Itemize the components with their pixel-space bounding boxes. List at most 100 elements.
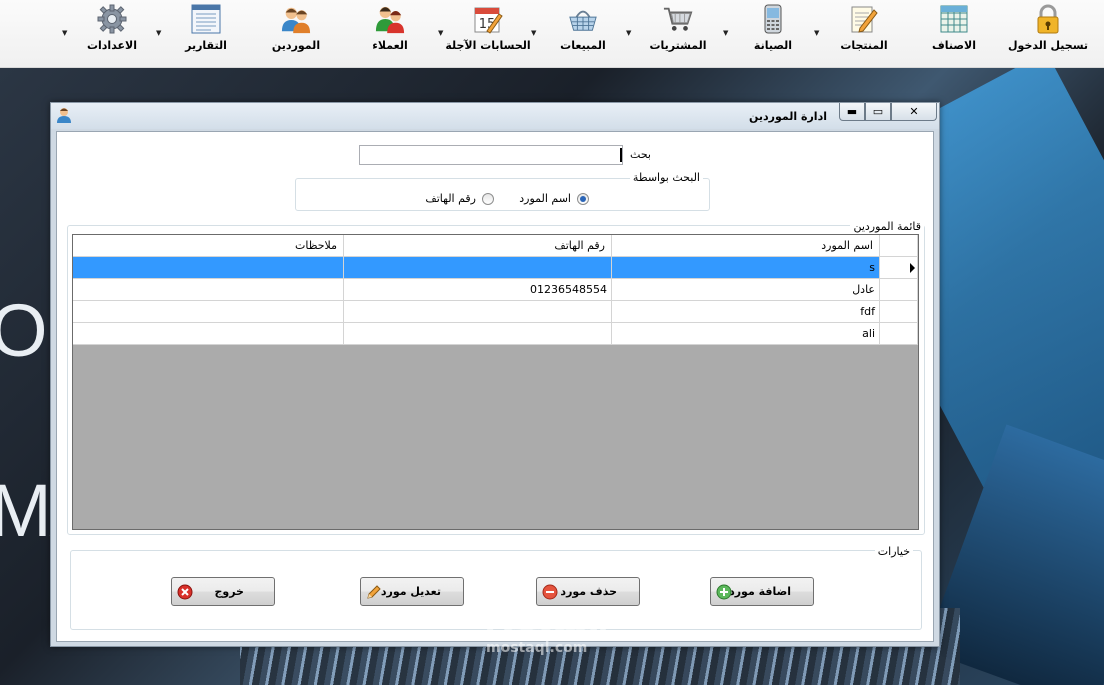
search-input[interactable] [359,145,623,165]
toolbar-item-categories[interactable]: الاصناف [926,4,982,60]
toolbar-item-login[interactable]: تسجيل الدخول [1008,4,1088,60]
table-row[interactable]: fdf [73,301,918,323]
chevron-down-icon[interactable]: ▼ [723,29,728,37]
toolbar-item-suppliers[interactable]: الموردين [268,4,324,60]
toolbar-item-sales[interactable]: المبيعات [555,4,611,60]
report-icon [191,4,221,34]
remove-icon [542,584,558,600]
edit-supplier-button[interactable]: تعديل مورد [360,577,464,606]
options-legend: خيارات [874,545,913,558]
exit-button[interactable]: خروج [171,577,275,606]
chevron-down-icon[interactable]: ▼ [531,29,536,37]
close-circle-icon [177,584,193,600]
chevron-down-icon[interactable]: ▼ [62,29,67,37]
radio-indicator-selected [577,192,589,205]
toolbar-label: الصيانة [753,39,793,52]
pencil-icon [366,584,382,600]
search-by-group: البحث بواسطة اسم المورد رقم الهاتف [295,171,710,211]
row-header[interactable] [880,257,918,279]
toolbar-label: العملاء [372,39,408,52]
toolbar-label: الاعدادات [86,39,138,52]
cell-notes[interactable] [73,257,344,279]
column-header-notes[interactable]: ملاحظات [73,235,344,257]
chevron-down-icon[interactable]: ▼ [814,29,819,37]
toolbar-item-deferred-accounts[interactable]: 15 الحسابات الآجلة [445,4,531,60]
delete-supplier-button[interactable]: حذف مورد [536,577,640,606]
toolbar-item-products[interactable]: المنتجات [836,4,892,60]
cell-supplier-name[interactable]: عادل [612,279,880,301]
row-header[interactable] [880,279,918,301]
cell-phone[interactable]: 01236548554 [344,279,612,301]
customers-icon [375,4,405,34]
toolbar-label: تسجيل الدخول [1008,39,1089,52]
button-label: تعديل مورد [380,585,441,598]
cell-phone[interactable] [344,257,612,279]
toolbar-item-customers[interactable]: العملاء [362,4,418,60]
watermark: مستقل mostaql.com [484,606,608,656]
window-title: ادارة الموردين [748,110,827,123]
toolbar-item-purchases[interactable]: المشتريات [648,4,708,60]
main-toolbar: تسجيل الدخول الاصناف المنتجات ▼ الصيانة … [0,0,1104,68]
cell-notes[interactable] [73,323,344,345]
radio-supplier-name[interactable]: اسم المورد [519,192,589,205]
suppliers-icon [281,4,311,34]
calendar-icon: 15 [473,4,503,34]
toolbar-label: المشتريات [649,39,707,52]
toolbar-item-maintenance[interactable]: الصيانة [745,4,801,60]
gear-icon [97,4,127,34]
radio-label: اسم المورد [519,192,571,205]
suppliers-management-window: ادارة الموردين ▬ ▭ ✕ بحث البحث بواسطة اس… [50,102,940,647]
cell-phone[interactable] [344,323,612,345]
cell-notes[interactable] [73,301,344,323]
add-supplier-button[interactable]: اضافة مورد [710,577,814,606]
chevron-down-icon[interactable]: ▼ [626,29,631,37]
radio-indicator [482,192,494,205]
table-row[interactable]: عادل 01236548554 [73,279,918,301]
cell-supplier-name[interactable]: fdf [612,301,880,323]
toolbar-label: الاصناف [932,39,976,52]
row-header[interactable] [880,323,918,345]
table-row[interactable]: ali [73,323,918,345]
toolbar-label: التقارير [185,39,227,52]
radio-label: رقم الهاتف [425,192,476,205]
toolbar-label: الحسابات الآجلة [445,39,531,52]
grid-header-row: اسم المورد رقم الهاتف ملاحظات [73,235,918,257]
button-label: اضافة مورد [729,585,791,598]
mobile-phone-icon [758,4,788,34]
row-header[interactable] [880,301,918,323]
app-user-icon [57,107,71,126]
radio-phone-number[interactable]: رقم الهاتف [425,192,494,205]
cell-supplier-name[interactable]: s [612,257,880,279]
shopping-basket-icon [568,4,598,34]
suppliers-list-caption: قائمة الموردين [850,220,924,233]
column-header-phone[interactable]: رقم الهاتف [344,235,612,257]
button-label: خروج [214,585,244,598]
lock-icon [1033,4,1063,34]
column-header-supplier-name[interactable]: اسم المورد [612,235,880,257]
window-titlebar[interactable]: ادارة الموردين ▬ ▭ ✕ [51,103,939,129]
grid-table-icon [939,4,969,34]
cell-phone[interactable] [344,301,612,323]
shopping-cart-icon [663,4,693,34]
cell-notes[interactable] [73,279,344,301]
text-cursor [620,148,622,162]
toolbar-label: الموردين [271,39,321,52]
chevron-down-icon[interactable]: ▼ [156,29,161,37]
cell-supplier-name[interactable]: ali [612,323,880,345]
minimize-button[interactable]: ▬ [839,103,865,121]
grid-corner-cell [880,235,918,257]
search-by-legend: البحث بواسطة [629,171,703,184]
search-label: بحث [630,148,651,161]
maximize-button[interactable]: ▭ [865,103,891,121]
toolbar-item-settings[interactable]: الاعدادات [84,4,140,60]
toolbar-item-reports[interactable]: التقارير [178,4,234,60]
current-row-arrow-icon [910,263,915,273]
chevron-down-icon[interactable]: ▼ [438,29,443,37]
add-icon [716,584,732,600]
notepad-pencil-icon [849,4,879,34]
window-client-area: بحث البحث بواسطة اسم المورد رقم الهاتف ق… [56,131,934,642]
close-button[interactable]: ✕ [891,103,937,121]
button-label: حذف مورد [560,585,617,598]
suppliers-grid[interactable]: اسم المورد رقم الهاتف ملاحظات s عادل 012… [72,234,919,530]
table-row[interactable]: s [73,257,918,279]
